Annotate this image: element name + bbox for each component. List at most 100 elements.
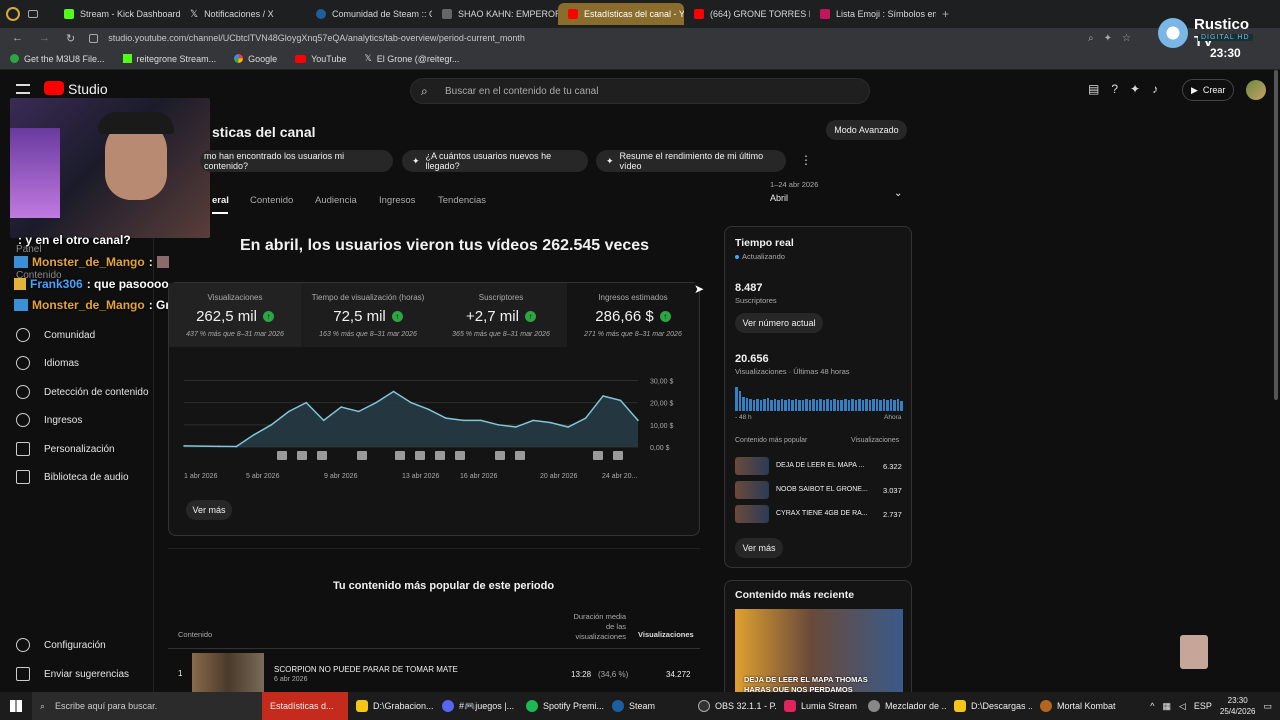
realtime-bar[interactable]: [784, 400, 787, 411]
realtime-bar[interactable]: [742, 396, 745, 411]
avatar[interactable]: [1246, 80, 1266, 100]
realtime-bar[interactable]: [826, 399, 829, 411]
realtime-bar[interactable]: [773, 399, 777, 411]
video-marker[interactable]: [297, 451, 307, 460]
data-point[interactable]: [235, 445, 238, 448]
realtime-bar[interactable]: [851, 399, 854, 411]
realtime-bar[interactable]: [777, 400, 780, 411]
taskbar-clock[interactable]: 23:30 25/4/2026: [1220, 695, 1256, 717]
realtime-bar[interactable]: [819, 399, 822, 411]
data-point[interactable]: [637, 419, 639, 422]
data-point[interactable]: [462, 419, 465, 422]
taskbar-app[interactable]: #🎮juegos |...: [434, 692, 518, 720]
data-point[interactable]: [183, 445, 185, 447]
data-point[interactable]: [410, 401, 412, 404]
ver-mas-button[interactable]: Ver más: [735, 538, 783, 558]
browser-tab[interactable]: Comunidad de Steam :: Gr: [306, 3, 432, 25]
notifications-icon[interactable]: ▭: [1263, 701, 1272, 712]
realtime-bar[interactable]: [763, 399, 766, 411]
realtime-bar[interactable]: [847, 400, 851, 411]
data-point[interactable]: [480, 419, 482, 422]
ver-mas-button[interactable]: Ver más: [186, 500, 232, 520]
realtime-bar[interactable]: [840, 400, 843, 411]
tray-up-icon[interactable]: ^: [1150, 701, 1154, 711]
realtime-bar[interactable]: [756, 399, 759, 411]
taskbar-app[interactable]: D:\Descargas ...: [946, 692, 1032, 720]
ai-chip[interactable]: ✦ Resume el rendimiento de mi último víde…: [596, 150, 786, 172]
language-indicator[interactable]: ESP: [1194, 701, 1212, 711]
data-point[interactable]: [602, 395, 604, 397]
data-point[interactable]: [287, 410, 290, 413]
bookmark-item[interactable]: Google: [234, 54, 277, 64]
realtime-bar[interactable]: [815, 400, 819, 411]
bell-icon[interactable]: ♪: [1152, 82, 1158, 96]
taskbar-app[interactable]: D:\Grabacion...: [348, 692, 434, 720]
bookmark-item[interactable]: YouTube: [295, 54, 346, 64]
taskbar-app[interactable]: OBS 32.1.1 - P...: [690, 692, 776, 720]
browser-tab[interactable]: Lista Emoji : Símbolos emo: [810, 3, 936, 25]
realtime-bar[interactable]: [791, 400, 794, 411]
taskbar-app[interactable]: Estadísticas d...: [262, 692, 348, 720]
sidebar-item-deteccion[interactable]: Detección de contenido: [16, 385, 149, 399]
volume-icon[interactable]: ◁: [1179, 701, 1186, 712]
realtime-bar[interactable]: [738, 390, 742, 411]
data-point[interactable]: [445, 417, 447, 419]
data-point[interactable]: [340, 406, 342, 408]
realtime-bar[interactable]: [858, 399, 861, 411]
more-vert-icon[interactable]: ⋮: [800, 153, 812, 167]
date-picker[interactable]: 1–24 abr 2026 Abril ⌄: [770, 180, 906, 210]
data-point[interactable]: [375, 401, 377, 404]
taskbar-search[interactable]: ⌕ Escribe aquí para buscar.: [32, 692, 262, 720]
realtime-bar[interactable]: [770, 400, 773, 411]
tab-ingresos[interactable]: Ingresos: [379, 195, 415, 206]
windows-start-icon[interactable]: [0, 692, 32, 720]
realtime-bar[interactable]: [872, 399, 875, 411]
realtime-bar[interactable]: [745, 397, 749, 411]
video-marker[interactable]: [357, 451, 367, 460]
tab-general[interactable]: eral: [212, 195, 229, 206]
menu-icon[interactable]: [16, 84, 30, 94]
realtime-bar[interactable]: [798, 400, 801, 411]
tab-tendencias[interactable]: Tendencias: [438, 195, 486, 206]
realtime-bar[interactable]: [749, 399, 752, 411]
realtime-bar[interactable]: [805, 399, 808, 411]
youtube-logo-icon[interactable]: [44, 81, 64, 95]
browser-tab[interactable]: 𝕏 Notificaciones / X: [180, 3, 306, 25]
sidebar-item-comunidad[interactable]: Comunidad: [16, 328, 95, 342]
profile-icon[interactable]: [6, 7, 20, 21]
network-icon[interactable]: ▦: [1162, 701, 1171, 712]
browser-tab-active[interactable]: Estadísticas del canal - Yo: [558, 3, 684, 25]
realtime-bar[interactable]: [822, 400, 826, 411]
scrollbar[interactable]: [1274, 70, 1278, 400]
reload-icon[interactable]: ↻: [66, 32, 75, 45]
data-point[interactable]: [392, 390, 395, 393]
advanced-mode-button[interactable]: Modo Avanzado: [826, 120, 907, 140]
realtime-bar[interactable]: [865, 399, 868, 411]
realtime-bar[interactable]: [808, 400, 812, 411]
realtime-bar[interactable]: [735, 387, 738, 411]
sidebar-item-idiomas[interactable]: Idiomas: [16, 356, 79, 370]
data-point[interactable]: [253, 433, 255, 436]
metric-revenue[interactable]: Ingresos estimados 286,66 $ ↑ 271 % más que…: [567, 283, 699, 347]
video-marker[interactable]: [613, 451, 623, 460]
tab-contenido[interactable]: Contenido: [250, 195, 293, 206]
video-marker[interactable]: [455, 451, 465, 460]
new-tab-icon[interactable]: +: [942, 7, 949, 21]
realtime-bar[interactable]: [882, 399, 886, 411]
ai-chip[interactable]: ✦ ¿A cuántos usuarios nuevos he llegado?: [402, 150, 588, 172]
forward-icon[interactable]: →: [39, 32, 50, 44]
sidebar-item-biblioteca[interactable]: Biblioteca de audio: [16, 470, 129, 484]
video-marker[interactable]: [415, 451, 425, 460]
video-marker[interactable]: [435, 451, 445, 460]
sparkle-icon[interactable]: ✦: [1130, 82, 1140, 96]
realtime-bar[interactable]: [787, 399, 791, 411]
video-marker[interactable]: [495, 451, 505, 460]
feedback-icon[interactable]: ▤: [1088, 82, 1099, 96]
taskbar-app[interactable]: Steam: [604, 692, 690, 720]
extension-icon[interactable]: ✦: [1104, 33, 1112, 44]
zoom-icon[interactable]: ⌕: [1088, 33, 1094, 44]
data-point[interactable]: [514, 426, 517, 428]
create-button[interactable]: ▶ Crear: [1182, 79, 1235, 101]
video-marker[interactable]: [515, 451, 525, 460]
realtime-bar[interactable]: [833, 399, 836, 411]
